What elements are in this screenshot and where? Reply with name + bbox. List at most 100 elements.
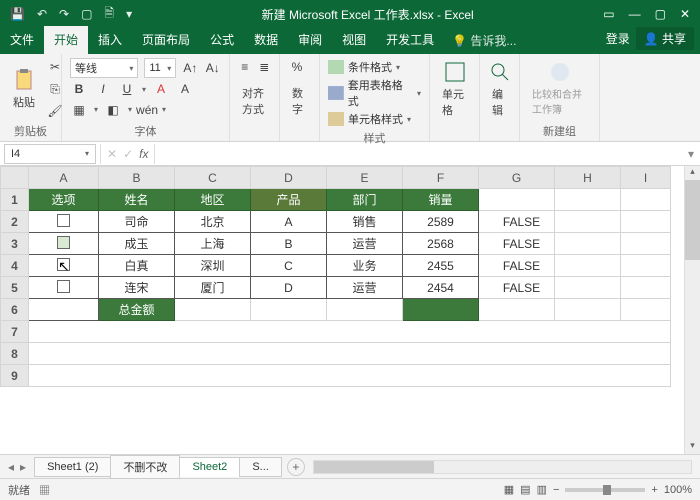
- tell-me[interactable]: 💡 告诉我...: [444, 27, 524, 54]
- col-header[interactable]: C: [175, 167, 251, 189]
- checkbox[interactable]: [57, 258, 70, 271]
- cell[interactable]: [29, 365, 671, 387]
- conditional-format-button[interactable]: 条件格式▾: [328, 58, 421, 76]
- phonetic-icon[interactable]: wén: [138, 101, 156, 119]
- cells-button[interactable]: 单元格: [438, 58, 471, 120]
- tab-insert[interactable]: 插入: [88, 26, 132, 54]
- italic-button[interactable]: I: [94, 80, 112, 98]
- sheet-tab[interactable]: S...: [239, 457, 282, 477]
- row-header[interactable]: 6: [1, 299, 29, 321]
- cell[interactable]: [555, 277, 621, 299]
- font-name-combo[interactable]: 等线▾: [70, 58, 138, 78]
- prev-sheet-icon[interactable]: ◂: [8, 460, 14, 474]
- cell[interactable]: A: [251, 211, 327, 233]
- number-button[interactable]: 数字: [288, 83, 311, 119]
- cell[interactable]: 司命: [99, 211, 175, 233]
- cell[interactable]: [621, 189, 671, 211]
- cell[interactable]: 部门: [327, 189, 403, 211]
- row-header[interactable]: 7: [1, 321, 29, 343]
- row-header[interactable]: 9: [1, 365, 29, 387]
- cell[interactable]: [29, 343, 671, 365]
- tab-formulas[interactable]: 公式: [200, 26, 244, 54]
- cell[interactable]: FALSE: [479, 211, 555, 233]
- align2-icon[interactable]: ≣: [258, 58, 272, 76]
- tab-review[interactable]: 审阅: [288, 26, 332, 54]
- row-header[interactable]: 8: [1, 343, 29, 365]
- print-preview-icon[interactable]: 🗎: [104, 4, 114, 25]
- tab-view[interactable]: 视图: [332, 26, 376, 54]
- sheet-tab[interactable]: Sheet1 (2): [34, 457, 111, 477]
- share-button[interactable]: 👤 共享: [636, 27, 694, 50]
- cell[interactable]: [29, 211, 99, 233]
- cell[interactable]: [555, 233, 621, 255]
- cell[interactable]: 地区: [175, 189, 251, 211]
- zoom-level[interactable]: 100%: [664, 484, 692, 496]
- macro-record-icon[interactable]: ▦: [39, 485, 50, 497]
- zoom-in-button[interactable]: +: [651, 484, 657, 496]
- cell[interactable]: 产品: [251, 189, 327, 211]
- row-header[interactable]: 2: [1, 211, 29, 233]
- vertical-scrollbar[interactable]: ▴ ▾: [684, 166, 700, 454]
- cell[interactable]: [621, 211, 671, 233]
- chevron-down-icon[interactable]: ▾: [128, 105, 132, 114]
- cell[interactable]: 连宋: [99, 277, 175, 299]
- alignment-button[interactable]: 对齐方式: [238, 83, 271, 119]
- cell[interactable]: 2455: [403, 255, 479, 277]
- cell[interactable]: [479, 189, 555, 211]
- cell[interactable]: 销量: [403, 189, 479, 211]
- font-size-combo[interactable]: 11▾: [144, 58, 176, 78]
- add-sheet-button[interactable]: +: [287, 458, 305, 476]
- col-header[interactable]: H: [555, 167, 621, 189]
- cell[interactable]: [621, 299, 671, 321]
- cell[interactable]: 深圳: [175, 255, 251, 277]
- cell[interactable]: C: [251, 255, 327, 277]
- chevron-down-icon[interactable]: ▾: [94, 105, 98, 114]
- select-all-corner[interactable]: [1, 167, 29, 189]
- ribbon-options-icon[interactable]: ▭: [603, 7, 614, 21]
- cell[interactable]: 总金额: [99, 299, 175, 321]
- cell[interactable]: 姓名: [99, 189, 175, 211]
- sheet-tab[interactable]: 不删不改: [110, 455, 180, 479]
- zoom-slider[interactable]: [565, 488, 645, 492]
- scrollbar-thumb[interactable]: [314, 461, 434, 473]
- spreadsheet-grid[interactable]: A B C D E F G H I 1 选项 姓名 地区 产品 部门 销量 2 …: [0, 166, 700, 454]
- row-header[interactable]: 4: [1, 255, 29, 277]
- compare-merge-button[interactable]: 比较和合并工作簿: [528, 58, 591, 118]
- expand-formula-icon[interactable]: ▾: [682, 147, 700, 161]
- cell[interactable]: [403, 299, 479, 321]
- page-break-icon[interactable]: ▥: [537, 483, 547, 496]
- font-color-a-icon[interactable]: A: [152, 80, 170, 98]
- cell[interactable]: [327, 299, 403, 321]
- cell[interactable]: 2589: [403, 211, 479, 233]
- redo-icon[interactable]: ↷: [59, 7, 69, 21]
- checkbox[interactable]: [57, 236, 70, 249]
- qat-more-icon[interactable]: ▾: [126, 7, 132, 21]
- percent-icon[interactable]: %: [288, 58, 306, 76]
- cell-styles-button[interactable]: 单元格样式▾: [328, 110, 421, 128]
- col-header[interactable]: A: [29, 167, 99, 189]
- sheet-tab[interactable]: Sheet2: [179, 457, 240, 477]
- cell[interactable]: [555, 255, 621, 277]
- cell[interactable]: [29, 277, 99, 299]
- scroll-up-icon[interactable]: ▴: [685, 166, 700, 180]
- border-icon[interactable]: ▦: [70, 101, 88, 119]
- col-header[interactable]: I: [621, 167, 671, 189]
- align-icon[interactable]: ≡: [238, 58, 252, 76]
- cell[interactable]: [251, 299, 327, 321]
- cell[interactable]: 白真: [99, 255, 175, 277]
- tab-home[interactable]: 开始: [44, 26, 88, 54]
- next-sheet-icon[interactable]: ▸: [20, 460, 26, 474]
- cell[interactable]: FALSE: [479, 255, 555, 277]
- undo-icon[interactable]: ↶: [37, 7, 47, 21]
- cell[interactable]: 运营: [327, 233, 403, 255]
- cell[interactable]: 2454: [403, 277, 479, 299]
- name-box[interactable]: I4▾: [4, 144, 96, 164]
- cell[interactable]: 选项: [29, 189, 99, 211]
- tab-file[interactable]: 文件: [0, 26, 44, 54]
- zoom-thumb[interactable]: [603, 485, 611, 495]
- login-link[interactable]: 登录: [606, 30, 630, 47]
- fill-color-icon[interactable]: ◧: [104, 101, 122, 119]
- tab-data[interactable]: 数据: [244, 26, 288, 54]
- cell[interactable]: [29, 233, 99, 255]
- chevron-down-icon[interactable]: ▾: [162, 105, 166, 114]
